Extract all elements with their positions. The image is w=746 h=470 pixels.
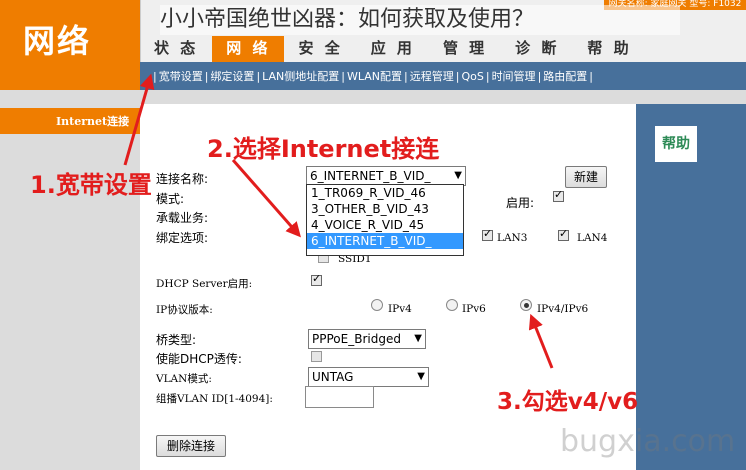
section-logo: 网络 [23, 22, 92, 60]
help-title: 帮助 [655, 126, 697, 162]
nav-network[interactable]: 网 络 [212, 36, 285, 62]
left-menu [0, 90, 140, 470]
watermark-text: bugxia.com [560, 424, 736, 459]
connection-option[interactable]: 4_VOICE_R_VID_45 [307, 217, 463, 233]
dropdown-arrow-icon: ▼ [454, 170, 462, 181]
dhcp-server-checkbox[interactable] [311, 272, 322, 286]
lan3-checkbox[interactable] [482, 227, 493, 241]
new-connection-button[interactable]: 新建 [565, 166, 607, 188]
enable-label: 启用: [506, 196, 535, 210]
subnav-broadband[interactable]: 宽带设置 [158, 68, 204, 84]
main-nav: 状 态 网 络 安 全 应 用 管 理 诊 断 帮 助 [140, 36, 646, 62]
vlan-mode-label: VLAN模式: [156, 373, 212, 385]
bridge-type-label: 桥类型: [156, 333, 197, 347]
lan3-label: LAN3 [497, 232, 528, 244]
connection-option[interactable]: 3_OTHER_B_VID_43 [307, 201, 463, 217]
connection-name-label: 连接名称: [156, 172, 209, 186]
nav-application[interactable]: 应 用 [357, 36, 429, 62]
subnav-wlan[interactable]: WLAN配置 [346, 68, 403, 84]
article-title-overlay: 小小帝国绝世凶器：如何获取及使用？ [160, 5, 680, 35]
annotation-step1: 1.宽带设置 [30, 171, 152, 199]
ipv4-ipv6-radio[interactable] [520, 299, 532, 311]
ipv4-label: IPv4 [388, 303, 412, 315]
nav-status[interactable]: 状 态 [140, 36, 212, 62]
bind-options-label: 绑定选项: [156, 231, 209, 245]
left-menu-internet[interactable]: Internet连接 [56, 113, 129, 129]
subnav-qos[interactable]: QoS [460, 70, 484, 83]
multicast-vlan-input[interactable] [305, 386, 374, 408]
ipv4-ipv6-label: IPv4/IPv6 [537, 303, 589, 315]
subnav-routing[interactable]: 路由配置 [542, 68, 588, 84]
annotation-step3: 3.勾选v4/v6 [497, 389, 639, 415]
vlan-mode-value: UNTAG [312, 370, 354, 384]
vlan-mode-select[interactable]: UNTAG ▼ [308, 367, 429, 387]
nav-management[interactable]: 管 理 [429, 36, 501, 62]
dropdown-arrow-icon: ▼ [417, 371, 425, 382]
subnav-binding[interactable]: 绑定设置 [209, 68, 255, 84]
ipv6-label: IPv6 [462, 303, 486, 315]
annotation-step2: 2.选择Internet接连 [207, 135, 440, 163]
connection-name-dropdown: 1_TR069_R_VID_46 3_OTHER_B_VID_43 4_VOIC… [306, 184, 464, 256]
sub-nav: | 宽带设置 | 绑定设置 | LAN侧地址配置 | WLAN配置 | 远程管理… [140, 62, 746, 90]
connection-name-select[interactable]: 6_INTERNET_B_VID_ ▼ [306, 166, 466, 186]
connection-name-value: 6_INTERNET_B_VID_ [310, 169, 431, 183]
subnav-separator: | [589, 69, 593, 83]
delete-connection-button[interactable]: 删除连接 [156, 435, 226, 457]
bridge-type-value: PPPoE_Bridged [312, 332, 401, 346]
service-label: 承载业务: [156, 211, 209, 225]
ip-version-label: IP协议版本: [156, 304, 213, 316]
connection-option[interactable]: 1_TR069_R_VID_46 [307, 185, 463, 201]
enable-checkbox[interactable] [553, 188, 564, 202]
dhcp-passthrough-label: 使能DHCP透传: [156, 352, 242, 366]
multicast-vlan-label: 组播VLAN ID[1-4094]: [156, 393, 273, 405]
subnav-time[interactable]: 时间管理 [491, 68, 537, 84]
dropdown-arrow-icon: ▼ [414, 333, 422, 344]
subnav-lan-address[interactable]: LAN侧地址配置 [261, 68, 340, 84]
subnav-remote[interactable]: 远程管理 [409, 68, 455, 84]
nav-help[interactable]: 帮 助 [573, 36, 645, 62]
connection-option-selected[interactable]: 6_INTERNET_B_VID_ [307, 233, 463, 249]
dhcp-server-label: DHCP Server启用: [156, 278, 253, 290]
dhcp-passthrough-checkbox[interactable] [311, 351, 322, 362]
ipv4-radio[interactable] [371, 299, 383, 311]
mode-label: 模式: [156, 192, 185, 206]
nav-security[interactable]: 安 全 [284, 36, 356, 62]
bridge-type-select[interactable]: PPPoE_Bridged ▼ [308, 329, 426, 349]
router-admin-page: 网络 网关名称: 家庭网关 型号: F1032 状 态 网 络 安 全 应 用 … [0, 0, 746, 470]
ipv6-radio[interactable] [446, 299, 458, 311]
lan4-checkbox[interactable] [558, 227, 569, 241]
nav-diagnostics[interactable]: 诊 断 [501, 36, 573, 62]
lan4-label: LAN4 [577, 232, 608, 244]
